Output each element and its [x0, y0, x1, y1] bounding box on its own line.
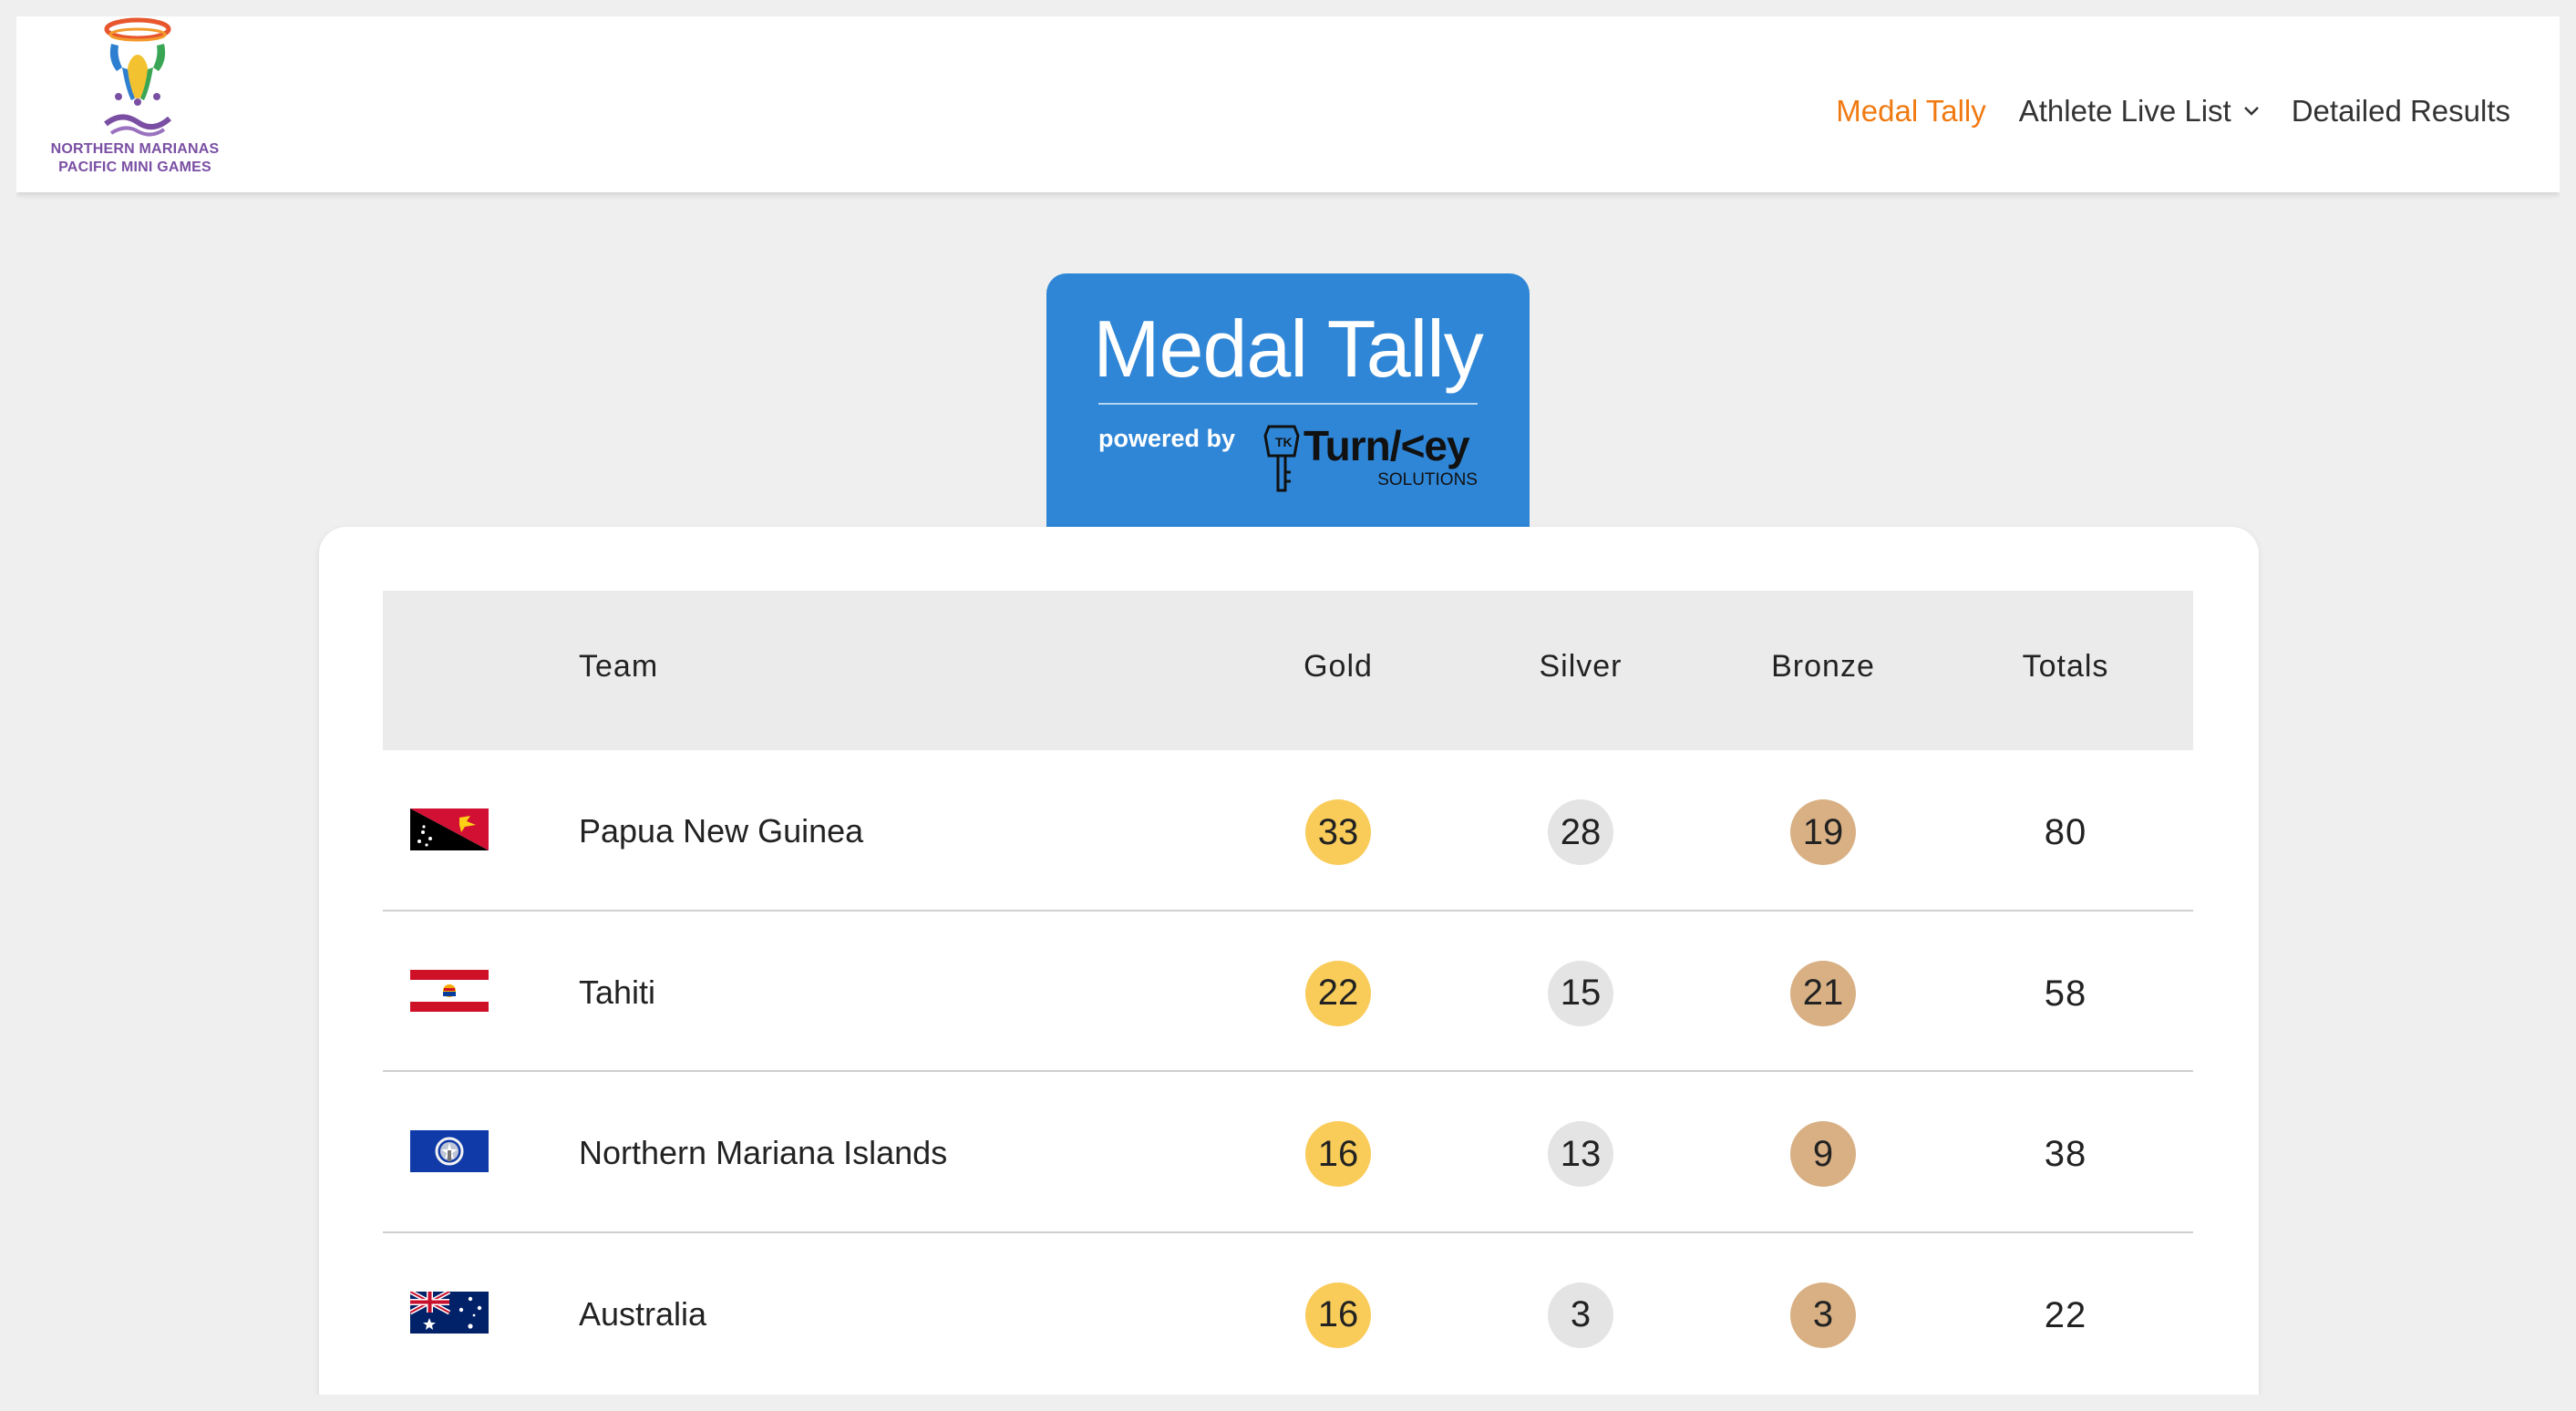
total-count: 58 [2044, 973, 2087, 1014]
column-header-team[interactable]: Team [579, 649, 658, 685]
nav-detailed-results[interactable]: Detailed Results [2292, 94, 2510, 129]
medal-table: Team Gold Silver Bronze Totals Papua New… [383, 591, 2193, 1394]
column-header-silver[interactable]: Silver [1539, 649, 1622, 685]
silver-count: 3 [1548, 1282, 1613, 1348]
logo-line-2: PACIFIC MINI GAMES [58, 160, 211, 175]
gold-count: 33 [1305, 799, 1371, 865]
column-header-gold[interactable]: Gold [1303, 649, 1373, 685]
nav-athlete-live-list[interactable]: Athlete Live List [2019, 94, 2259, 129]
bronze-count: 3 [1790, 1282, 1856, 1348]
team-name: Tahiti [579, 973, 656, 1011]
svg-text:TK: TK [1275, 435, 1293, 449]
team-name: Papua New Guinea [579, 812, 864, 850]
total-count: 80 [2044, 812, 2087, 852]
australia-flag [410, 1291, 489, 1334]
gold-count: 16 [1305, 1121, 1371, 1187]
table-header: Team Gold Silver Bronze Totals [383, 591, 2193, 750]
column-header-totals[interactable]: Totals [2023, 649, 2109, 685]
main-nav: Medal Tally Athlete Live List Detailed R… [1836, 91, 2510, 131]
silver-count: 15 [1548, 960, 1613, 1026]
column-header-bronze[interactable]: Bronze [1771, 649, 1875, 685]
total-count: 38 [2044, 1134, 2087, 1174]
silver-count: 13 [1548, 1121, 1613, 1187]
silver-count: 28 [1548, 799, 1613, 865]
games-logo[interactable]: NORTHERN MARIANAS PACIFIC MINI GAMES [44, 16, 226, 190]
page-title: Medal Tally [1093, 304, 1484, 394]
nav-medal-tally[interactable]: Medal Tally [1836, 94, 1985, 129]
team-name: Australia [579, 1294, 707, 1333]
bronze-count: 21 [1790, 960, 1856, 1026]
bronze-count: 19 [1790, 799, 1856, 865]
table-row[interactable]: Northern Mariana Islands 16 13 9 38 [383, 1072, 2193, 1233]
medal-table-card: Team Gold Silver Bronze Totals Papua New… [319, 527, 2259, 1395]
medal-tally-banner: Medal Tally powered by TK Turn/<ey SOLUT… [1046, 273, 1530, 547]
logo-line-1: NORTHERN MARIANAS [50, 141, 220, 157]
chevron-down-icon [2243, 107, 2259, 116]
powered-by-label: powered by [1098, 425, 1236, 452]
table-row[interactable]: Australia 16 3 3 22 [383, 1233, 2193, 1395]
banner-divider [1098, 403, 1478, 405]
site-header: NORTHERN MARIANAS PACIFIC MINI GAMES Med… [16, 16, 2560, 192]
games-logo-icon [104, 17, 171, 137]
table-row[interactable]: Tahiti 22 15 21 58 [383, 911, 2193, 1072]
gold-count: 22 [1305, 960, 1371, 1026]
logo-text: NORTHERN MARIANAS PACIFIC MINI GAMES [44, 140, 226, 177]
page: NORTHERN MARIANAS PACIFIC MINI GAMES Med… [16, 16, 2560, 1395]
nav-athlete-live-list-label: Athlete Live List [2018, 94, 2231, 128]
papua-new-guinea-flag [410, 808, 489, 850]
brand-name: Turn/<ey [1303, 422, 1470, 469]
northern-mariana-islands-flag [410, 1130, 489, 1172]
bronze-count: 9 [1790, 1121, 1856, 1187]
team-name: Northern Mariana Islands [579, 1134, 948, 1171]
tahiti-flag [410, 969, 489, 1012]
table-row[interactable]: Papua New Guinea 33 28 19 80 [383, 750, 2193, 911]
brand-subtitle: SOLUTIONS [1377, 470, 1478, 489]
total-count: 22 [2044, 1294, 2087, 1335]
gold-count: 16 [1305, 1282, 1371, 1348]
